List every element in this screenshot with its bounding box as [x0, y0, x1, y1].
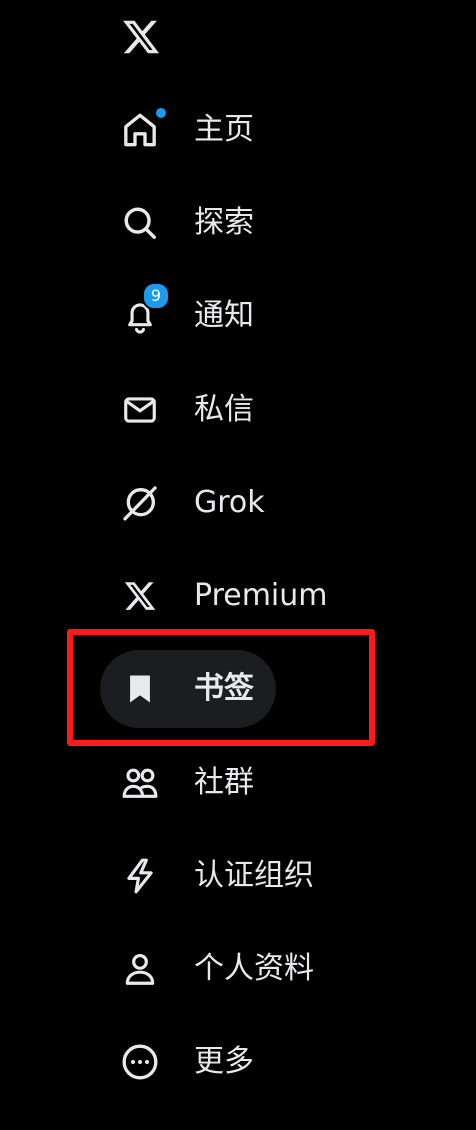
nav-label-notifications: 通知 [194, 298, 254, 333]
nav-item-verified-orgs[interactable]: 认证组织 [100, 837, 336, 915]
grok-icon [118, 481, 162, 525]
nav-label-grok: Grok [194, 485, 265, 520]
bookmark-icon [118, 667, 162, 711]
nav-item-bookmarks[interactable]: 书签 [100, 650, 276, 728]
person-icon [118, 947, 162, 991]
nav-label-bookmarks: 书签 [194, 671, 254, 706]
notification-dot [156, 108, 166, 118]
nav-item-communities[interactable]: 社群 [100, 744, 276, 822]
notification-count-badge: 9 [142, 282, 170, 310]
nav-label-verified-orgs: 认证组织 [194, 858, 314, 893]
nav-label-communities: 社群 [194, 765, 254, 800]
nav-label-home: 主页 [194, 112, 254, 147]
more-circle-icon [118, 1040, 162, 1084]
envelope-icon [118, 388, 162, 432]
x-logo-icon [120, 17, 162, 57]
nav-item-premium[interactable]: Premium [100, 557, 350, 635]
search-icon [118, 201, 162, 245]
nav-label-premium: Premium [194, 578, 328, 613]
nav-item-more[interactable]: 更多 [100, 1023, 276, 1101]
nav-label-explore: 探索 [194, 205, 254, 240]
bell-icon: 9 [118, 282, 170, 338]
nav-item-messages[interactable]: 私信 [100, 371, 276, 449]
nav-label-more: 更多 [194, 1044, 254, 1079]
nav-label-messages: 私信 [194, 392, 254, 427]
people-icon [118, 761, 162, 805]
lightning-icon [118, 854, 162, 898]
nav-label-profile: 个人资料 [194, 951, 314, 986]
x-logo-icon [118, 574, 162, 618]
nav-item-home[interactable]: 主页 [100, 91, 276, 169]
nav-item-profile[interactable]: 个人资料 [100, 930, 336, 1008]
home-icon [118, 108, 166, 152]
nav-item-grok[interactable]: Grok [100, 464, 287, 542]
x-logo[interactable] [118, 14, 164, 60]
nav-item-explore[interactable]: 探索 [100, 184, 276, 262]
nav-item-notifications[interactable]: 9 通知 [100, 277, 276, 355]
